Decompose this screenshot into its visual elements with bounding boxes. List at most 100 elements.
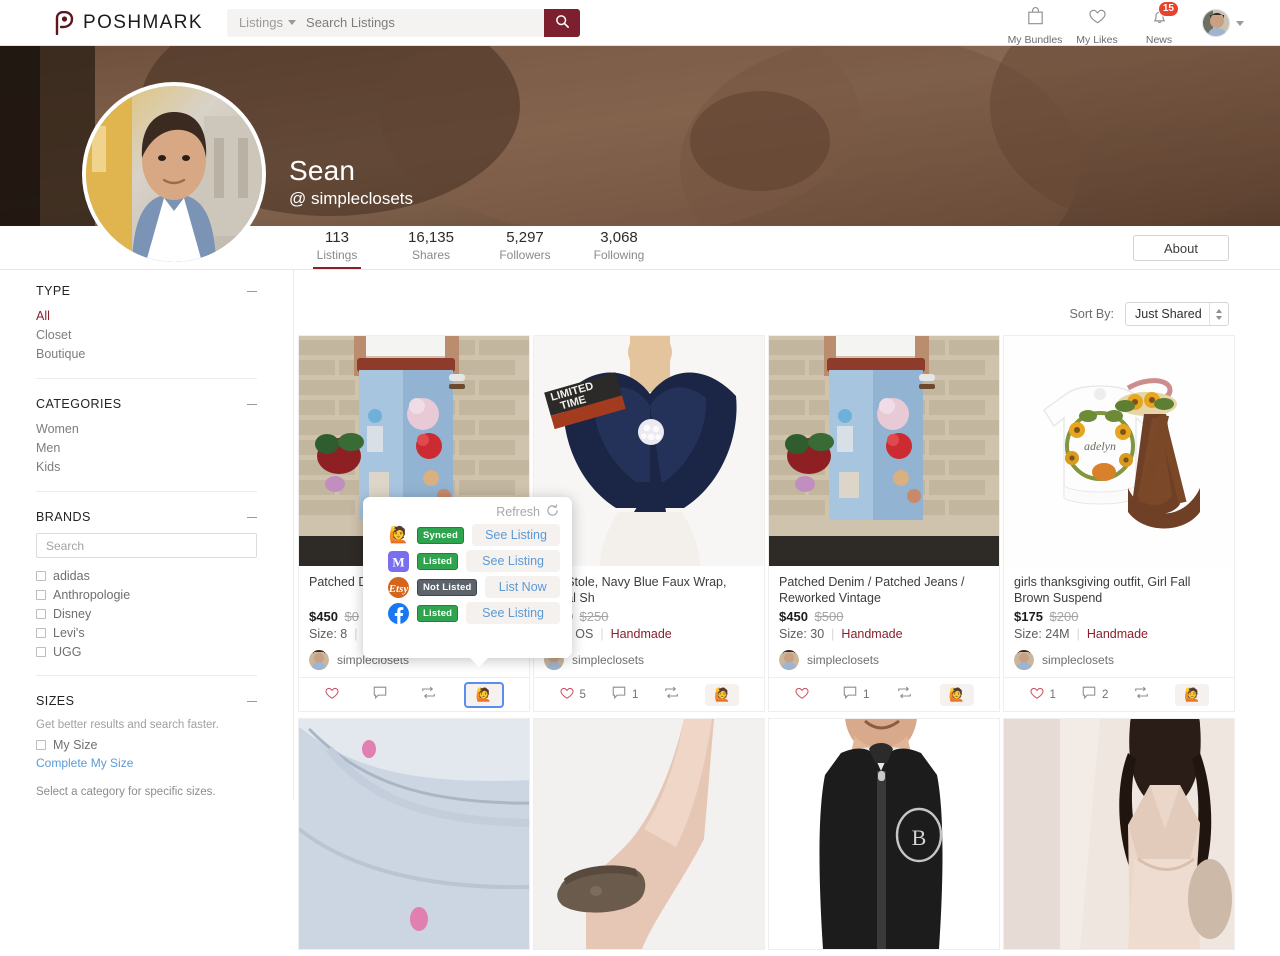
facet-sizes-header[interactable]: SIZES — [36, 694, 257, 708]
listing-tag: Handmade — [610, 627, 672, 641]
brand-checkbox-adidas[interactable]: adidas — [36, 567, 257, 585]
listing-card[interactable]: adelyn girls thanksgiving outfit, Girl F… — [1003, 335, 1235, 712]
checkbox-icon — [36, 628, 46, 638]
search-input[interactable] — [306, 8, 545, 37]
see-listing-button-mercari[interactable]: See Listing — [466, 550, 560, 572]
facet-category-kids[interactable]: Kids — [36, 458, 257, 477]
like-count: 1 — [1049, 688, 1056, 701]
stat-listings[interactable]: 113 Listings — [290, 226, 384, 269]
about-button[interactable]: About — [1133, 235, 1229, 261]
listing-owner-name: simpleclosets — [1042, 653, 1115, 667]
size-checkbox-my-size[interactable]: My Size — [36, 736, 257, 754]
listing-meta: Size: 30 | Handmade — [779, 627, 989, 641]
like-button[interactable]: 5 — [559, 685, 586, 705]
listing-card[interactable]: Patched Denim / Patched Jeans / Reworked… — [768, 335, 1000, 712]
stat-followers[interactable]: 5,297 Followers — [478, 226, 572, 269]
chevron-down-icon — [1236, 20, 1244, 26]
crosslist-hand-icon-button[interactable]: 🙋 — [705, 683, 740, 706]
sort-select[interactable]: Just Shared — [1125, 302, 1229, 326]
listing-card[interactable]: B — [768, 718, 1000, 950]
share-button[interactable] — [896, 685, 913, 705]
listing-owner[interactable]: simpleclosets — [1004, 646, 1234, 677]
comment-button[interactable]: 1 — [611, 685, 638, 705]
search-scope-dropdown[interactable]: Listings — [227, 9, 306, 37]
comment-button[interactable]: 1 — [842, 685, 869, 705]
crosslist-row-etsy: Etsy Not Listed List Now — [363, 574, 572, 600]
etsy-icon: Etsy — [388, 576, 409, 598]
crosslist-hand-icon-button[interactable]: 🙋 — [1175, 683, 1210, 706]
facet-category-women[interactable]: Women — [36, 420, 257, 439]
facet-brands-header[interactable]: BRANDS — [36, 510, 257, 524]
share-button[interactable] — [420, 685, 437, 705]
listing-owner[interactable]: simpleclosets — [769, 646, 999, 677]
listing-actions: 1 🙋 — [769, 677, 999, 711]
refresh-icon — [546, 504, 559, 520]
stat-listings-value: 113 — [325, 229, 349, 246]
listing-price-current: $450 — [309, 609, 338, 624]
listing-image-girls-outfit[interactable]: adelyn — [1004, 336, 1234, 566]
share-button[interactable] — [1133, 685, 1150, 705]
listing-image-blue-tank[interactable] — [299, 719, 529, 949]
facet-categories-header[interactable]: CATEGORIES — [36, 397, 257, 411]
sort-selected-value: Just Shared — [1135, 307, 1202, 321]
size-label-my-size: My Size — [53, 738, 98, 752]
status-badge: Synced — [417, 526, 464, 544]
stat-shares[interactable]: 16,135 Shares — [384, 226, 478, 269]
listing-image-blush-dress[interactable] — [1004, 719, 1234, 949]
crosslist-hand-icon-button[interactable]: 🙋 — [463, 681, 504, 708]
search-submit-button[interactable] — [544, 8, 581, 37]
listing-image-patched-denim-2[interactable] — [769, 336, 999, 566]
listing-image-black-vest[interactable]: B — [769, 719, 999, 949]
brand-checkbox-anthropologie[interactable]: Anthropologie — [36, 586, 257, 604]
see-listing-button-poshmark[interactable]: See Listing — [472, 524, 560, 546]
like-button[interactable] — [794, 685, 815, 705]
refresh-button[interactable]: Refresh — [363, 497, 572, 522]
crosslist-hand-icon-button[interactable]: 🙋 — [939, 683, 974, 706]
listing-tag: Handmade — [841, 627, 903, 641]
sizes-note: Get better results and search faster. — [36, 719, 219, 731]
share-repost-icon — [663, 685, 680, 705]
listing-body: Patched Denim / Patched Jeans / Reworked… — [769, 566, 999, 646]
like-button[interactable]: 1 — [1029, 685, 1056, 705]
listing-card[interactable] — [298, 718, 530, 950]
like-button[interactable] — [324, 685, 345, 705]
listing-price-original: $200 — [1049, 609, 1079, 624]
facet-type-option-closet[interactable]: Closet — [36, 326, 257, 345]
facebook-icon — [388, 602, 409, 624]
listing-card[interactable] — [1003, 718, 1235, 950]
account-menu[interactable] — [1202, 9, 1244, 37]
brand-search-input[interactable] — [36, 533, 257, 558]
poshmark-logo[interactable]: POSHMARK — [53, 10, 203, 35]
listing-size: Size: 30 — [779, 627, 825, 641]
stat-following[interactable]: 3,068 Following — [572, 226, 666, 269]
facet-type-header[interactable]: TYPE — [36, 284, 257, 298]
nav-item-news[interactable]: 15 News — [1128, 0, 1190, 46]
facet-category-men[interactable]: Men — [36, 439, 257, 458]
brand-checkbox-ugg[interactable]: UGG — [36, 643, 257, 661]
share-repost-icon — [420, 685, 437, 705]
listing-price-original: $500 — [814, 609, 844, 624]
nav-item-my-bundles[interactable]: My Bundles — [1004, 1, 1066, 46]
listing-price: $450 $500 — [779, 609, 989, 624]
listing-price: $250 $250 — [544, 609, 754, 624]
brand-label-anthropologie: Anthropologie — [53, 588, 131, 602]
brand-checkbox-levis[interactable]: Levi's — [36, 624, 257, 642]
listing-image-brown-socks[interactable] — [534, 719, 764, 949]
stat-following-value: 3,068 — [600, 229, 638, 246]
facet-categories-title: CATEGORIES — [36, 397, 122, 411]
list-now-button-etsy[interactable]: List Now — [485, 576, 560, 598]
nav-label-my-bundles: My Bundles — [1007, 33, 1063, 46]
share-button[interactable] — [663, 685, 680, 705]
comment-button[interactable] — [372, 685, 393, 705]
comment-button[interactable]: 2 — [1081, 685, 1108, 705]
nav-label-news: News — [1145, 33, 1173, 46]
facet-type-option-all[interactable]: All — [36, 307, 257, 326]
brand-checkbox-disney[interactable]: Disney — [36, 605, 257, 623]
complete-my-size-link[interactable]: Complete My Size — [36, 754, 257, 773]
nav-item-my-likes[interactable]: My Likes — [1066, 1, 1128, 46]
facet-type-option-boutique[interactable]: Boutique — [36, 345, 257, 364]
facet-brands-title: BRANDS — [36, 510, 91, 524]
listing-card[interactable] — [533, 718, 765, 950]
see-listing-button-facebook[interactable]: See Listing — [466, 602, 560, 624]
profile-avatar[interactable] — [82, 82, 266, 266]
